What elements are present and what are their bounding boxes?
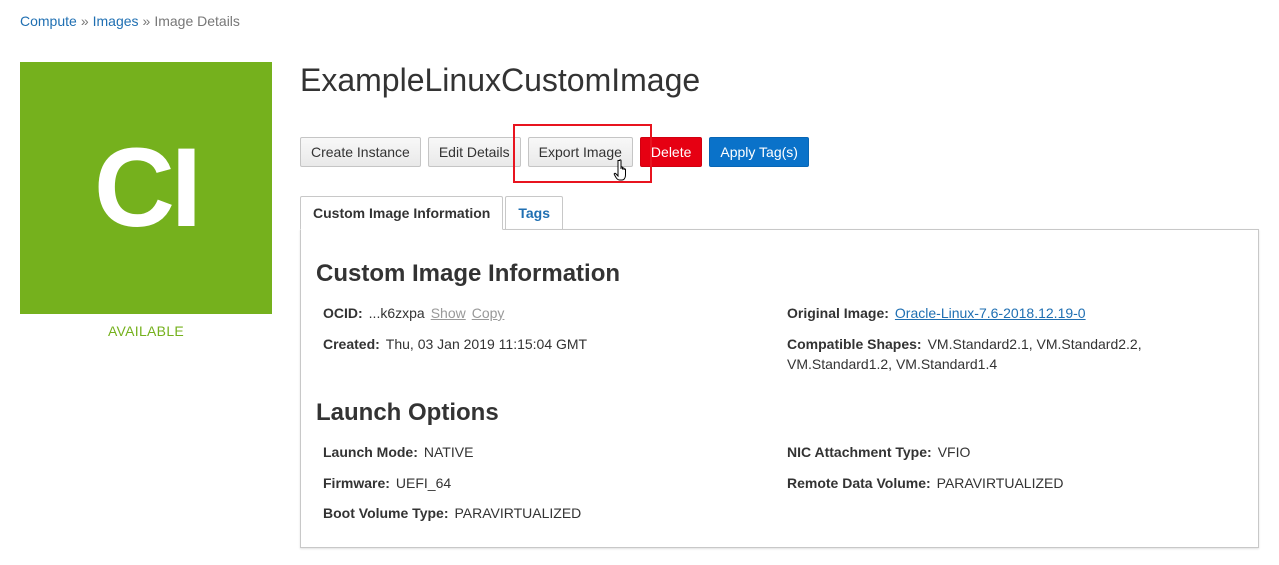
- breadcrumb-current: Image Details: [154, 13, 240, 29]
- create-instance-button[interactable]: Create Instance: [300, 137, 421, 167]
- tab-tags[interactable]: Tags: [505, 196, 563, 230]
- hand-pointer-icon: [613, 159, 626, 181]
- breadcrumb-compute[interactable]: Compute: [20, 13, 77, 29]
- page-title: ExampleLinuxCustomImage: [300, 62, 701, 98]
- created-field: Created: Thu, 03 Jan 2019 11:15:04 GMT: [323, 334, 587, 354]
- breadcrumb: Compute» Images» Image Details: [20, 13, 240, 29]
- firmware-field: Firmware: UEFI_64: [323, 473, 451, 493]
- breadcrumb-separator: »: [80, 13, 89, 29]
- launch-mode-value: NATIVE: [423, 444, 474, 460]
- nic-attachment-type-field: NIC Attachment Type: VFIO: [787, 442, 970, 462]
- image-badge: CI: [20, 62, 272, 314]
- created-value: Thu, 03 Jan 2019 11:15:04 GMT: [385, 336, 588, 352]
- ocid-value: ...k6zxpa: [368, 305, 425, 321]
- tab-custom-image-information[interactable]: Custom Image Information: [300, 196, 504, 230]
- launch-options-heading: Launch Options: [316, 399, 499, 426]
- status-badge: AVAILABLE: [107, 323, 185, 339]
- edit-details-button[interactable]: Edit Details: [427, 137, 521, 167]
- remote-data-volume-field: Remote Data Volume: PARAVIRTUALIZED: [787, 473, 1063, 493]
- compatible-shapes-line2: VM.Standard1.2, VM.Standard1.4: [787, 356, 998, 372]
- delete-button[interactable]: Delete: [639, 137, 703, 167]
- created-label: Created:: [323, 336, 380, 352]
- ocid-field: OCID: ...k6zxpa Show Copy: [323, 303, 504, 323]
- nic-attachment-type-label: NIC Attachment Type:: [787, 444, 932, 460]
- breadcrumb-images[interactable]: Images: [93, 13, 139, 29]
- breadcrumb-separator: »: [142, 13, 151, 29]
- tab-bar: Custom Image Information Tags: [300, 196, 565, 230]
- launch-mode-label: Launch Mode:: [323, 444, 418, 460]
- apply-tags-button[interactable]: Apply Tag(s): [709, 137, 809, 167]
- compatible-shapes-line1: VM.Standard2.1, VM.Standard2.2,: [927, 336, 1142, 352]
- compatible-shapes-label: Compatible Shapes:: [787, 336, 922, 352]
- boot-volume-type-label: Boot Volume Type:: [323, 505, 449, 521]
- compatible-shapes-field: Compatible Shapes: VM.Standard2.1, VM.Sta…: [787, 334, 1142, 374]
- ocid-label: OCID:: [323, 305, 363, 321]
- ocid-copy-link[interactable]: Copy: [472, 305, 505, 321]
- launch-mode-field: Launch Mode: NATIVE: [323, 442, 473, 462]
- remote-data-volume-label: Remote Data Volume:: [787, 475, 931, 491]
- original-image-link[interactable]: Oracle-Linux-7.6-2018.12.19-0: [895, 305, 1086, 321]
- ocid-show-link[interactable]: Show: [431, 305, 466, 321]
- nic-attachment-type-value: VFIO: [937, 444, 971, 460]
- firmware-value: UEFI_64: [395, 475, 452, 491]
- image-initials: CI: [94, 125, 202, 250]
- firmware-label: Firmware:: [323, 475, 390, 491]
- original-image-field: Original Image: Oracle-Linux-7.6-2018.12.…: [787, 303, 1086, 323]
- boot-volume-type-field: Boot Volume Type: PARAVIRTUALIZED: [323, 503, 581, 523]
- details-panel: Custom Image Information OCID: ...k6zxpa S…: [300, 229, 1259, 548]
- custom-image-info-heading: Custom Image Information: [316, 260, 621, 287]
- boot-volume-type-value: PARAVIRTUALIZED: [454, 505, 582, 521]
- remote-data-volume-value: PARAVIRTUALIZED: [936, 475, 1064, 491]
- action-bar: Create Instance Edit Details Export Imag…: [300, 137, 816, 167]
- original-image-label: Original Image:: [787, 305, 889, 321]
